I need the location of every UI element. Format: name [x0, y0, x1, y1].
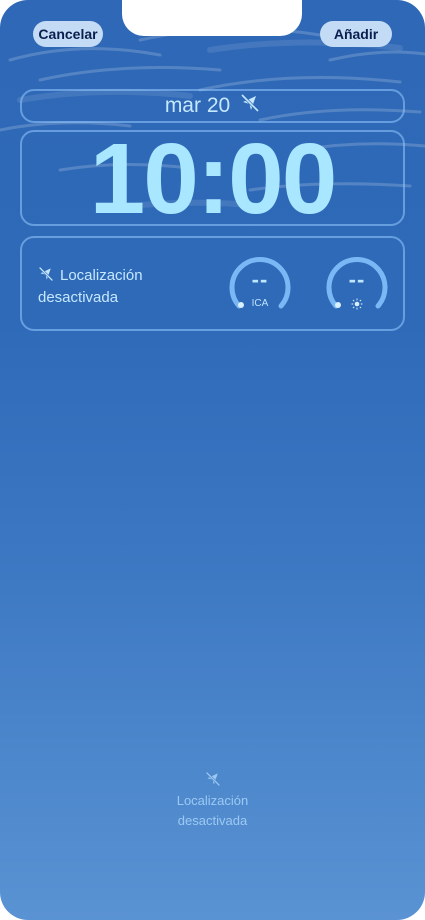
camera-notch	[122, 0, 302, 36]
location-widget-line1: Localización	[60, 267, 143, 284]
widgets-slot[interactable]: Localización desactivada -- ICA --	[20, 236, 405, 331]
date-widget-slot[interactable]: mar 20	[20, 89, 405, 123]
location-widget[interactable]: Localización desactivada	[38, 266, 218, 308]
gauge-value: --	[251, 267, 269, 292]
uv-index-gauge[interactable]: --	[324, 254, 390, 320]
date-label: mar 20	[164, 94, 231, 117]
bottom-notice-line2: desactivada	[177, 813, 248, 828]
location-widget-line2: desactivada	[38, 289, 119, 306]
air-quality-gauge[interactable]: -- ICA	[227, 254, 293, 320]
location-off-icon	[240, 93, 260, 119]
gauge-value: --	[348, 267, 366, 292]
location-off-icon	[38, 266, 54, 288]
location-off-icon	[205, 771, 221, 787]
bottom-notice-line1: Localización	[176, 793, 249, 808]
gauge-label: ICA	[251, 298, 269, 309]
clock-slot[interactable]: 10:00	[20, 124, 405, 234]
sun-icon	[324, 298, 390, 310]
lockscreen-editor: Cancelar Añadir mar 20 10:00 Localizació…	[0, 0, 425, 920]
clock-time: 10:00	[89, 123, 338, 235]
cancel-button[interactable]: Cancelar	[33, 21, 103, 47]
add-button[interactable]: Añadir	[320, 21, 392, 47]
bottom-location-notice: Localización desactivada	[0, 771, 425, 831]
